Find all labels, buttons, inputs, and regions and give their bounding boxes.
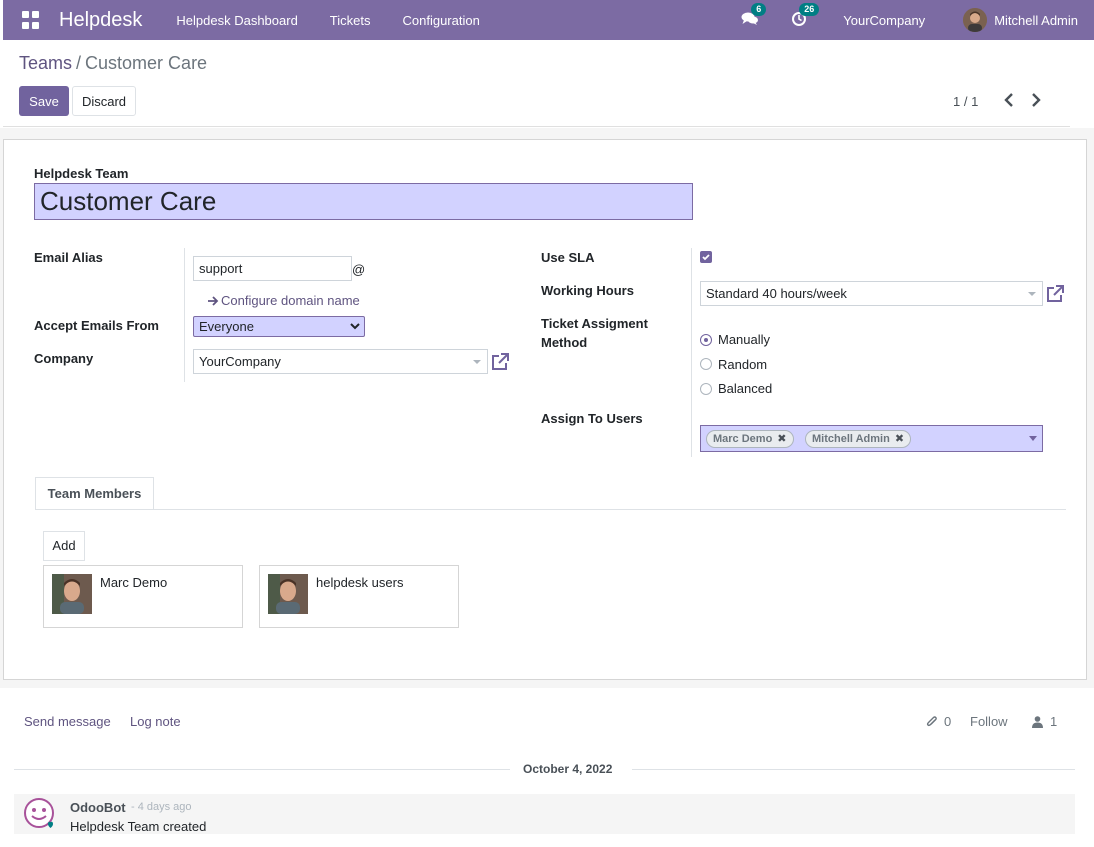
dropdown-caret-icon <box>473 360 481 364</box>
dropdown-caret-icon <box>1028 292 1036 296</box>
member-avatar <box>52 574 92 614</box>
radio-manually[interactable] <box>700 334 712 346</box>
company-switcher[interactable]: YourCompany <box>843 13 925 28</box>
odoobot-avatar[interactable] <box>23 798 57 832</box>
user-tag: Marc Demo ✖ <box>706 430 794 448</box>
working-hours-value: Standard 40 hours/week <box>706 286 847 301</box>
date-separator-line <box>14 769 510 770</box>
arrow-right-icon <box>208 295 219 306</box>
attachments-button[interactable]: 0 <box>926 714 951 729</box>
assignment-method-label-line2: Method <box>541 335 588 350</box>
apps-menu-icon[interactable] <box>22 11 40 29</box>
follow-button[interactable]: Follow <box>970 714 1008 729</box>
team-name-label: Helpdesk Team <box>34 166 129 181</box>
left-group-separator <box>184 248 185 382</box>
company-value: YourCompany <box>199 354 281 369</box>
assign-users-field[interactable]: Marc Demo ✖ Mitchell Admin ✖ <box>700 425 1043 452</box>
member-name: Marc Demo <box>100 575 168 590</box>
radio-random[interactable] <box>700 358 712 370</box>
remove-tag-icon[interactable]: ✖ <box>777 431 786 447</box>
radio-manually-label[interactable]: Manually <box>718 332 770 347</box>
company-label: Company <box>34 351 94 366</box>
activities-count-badge: 26 <box>799 3 820 16</box>
user-icon <box>1032 715 1043 728</box>
use-sla-checkbox[interactable] <box>700 251 712 263</box>
user-tag: Mitchell Admin ✖ <box>805 430 912 448</box>
assignment-method-label-line1: Ticket Assigment <box>541 316 648 331</box>
company-input[interactable]: YourCompany <box>193 349 488 374</box>
date-separator-line <box>632 769 1075 770</box>
breadcrumb-separator: / <box>76 53 82 73</box>
top-navbar: Helpdesk Helpdesk Dashboard Tickets Conf… <box>3 0 1094 40</box>
member-card[interactable]: Marc Demo <box>43 565 243 628</box>
radio-random-label[interactable]: Random <box>718 357 767 372</box>
member-name: helpdesk users <box>316 575 404 590</box>
accept-emails-select[interactable]: Everyone <box>193 316 365 337</box>
member-avatar <box>268 574 308 614</box>
pager-value[interactable]: 1 / 1 <box>953 94 978 109</box>
working-hours-label: Working Hours <box>541 283 634 298</box>
messaging-button[interactable]: 6 <box>741 3 767 29</box>
checkmark-icon <box>702 254 710 261</box>
breadcrumb: Teams / Customer Care <box>19 53 207 74</box>
log-note-button[interactable]: Log note <box>130 714 181 729</box>
chevron-right-icon <box>1032 93 1041 107</box>
add-member-button[interactable]: Add <box>43 531 85 561</box>
menu-configuration[interactable]: Configuration <box>403 13 480 28</box>
working-hours-external-link-button[interactable] <box>1045 284 1065 304</box>
right-group-separator <box>691 248 692 457</box>
accept-emails-label: Accept Emails From <box>34 318 159 333</box>
user-avatar[interactable] <box>963 8 988 32</box>
date-separator: October 4, 2022 <box>523 762 613 776</box>
message-date: - 4 days ago <box>131 801 192 813</box>
tab-divider <box>35 509 1066 510</box>
remove-tag-icon[interactable]: ✖ <box>895 431 904 447</box>
member-card[interactable]: helpdesk users <box>259 565 459 628</box>
activities-button[interactable]: 26 <box>791 3 820 29</box>
configure-domain-link[interactable]: Configure domain name <box>207 293 360 308</box>
working-hours-input[interactable]: Standard 40 hours/week <box>700 281 1043 306</box>
save-button[interactable]: Save <box>19 86 69 116</box>
chevron-left-icon <box>1004 93 1013 107</box>
followers-button[interactable]: 1 <box>1032 714 1057 729</box>
pager-next-button[interactable] <box>1029 91 1043 109</box>
user-tag-label: Mitchell Admin <box>812 433 890 445</box>
paperclip-icon <box>926 716 937 727</box>
email-alias-label: Email Alias <box>34 250 103 265</box>
email-alias-input[interactable]: support <box>193 256 352 281</box>
accept-emails-value: Everyone <box>199 319 254 334</box>
company-external-link-button[interactable] <box>490 352 510 372</box>
use-sla-label: Use SLA <box>541 250 595 265</box>
discard-button[interactable]: Discard <box>72 86 136 116</box>
menu-tickets[interactable]: Tickets <box>330 13 371 28</box>
messages-count-badge: 6 <box>751 3 767 16</box>
chevron-down-icon <box>350 323 360 330</box>
followers-count: 1 <box>1050 714 1058 729</box>
tab-team-members[interactable]: Team Members <box>35 477 154 510</box>
assign-users-label: Assign To Users <box>541 411 643 426</box>
message-author[interactable]: OdooBot <box>70 800 126 815</box>
radio-balanced[interactable] <box>700 383 712 395</box>
at-sign: @ <box>352 262 366 277</box>
app-name[interactable]: Helpdesk <box>59 9 142 32</box>
attachments-count: 0 <box>944 714 952 729</box>
control-panel-divider <box>3 126 1070 127</box>
chevron-down-icon <box>1029 436 1037 441</box>
user-tag-label: Marc Demo <box>713 433 773 445</box>
configure-domain-label: Configure domain name <box>221 293 360 308</box>
user-menu[interactable]: Mitchell Admin <box>994 13 1078 28</box>
external-link-icon <box>492 353 509 370</box>
send-message-button[interactable]: Send message <box>24 714 111 729</box>
menu-helpdesk-dashboard[interactable]: Helpdesk Dashboard <box>176 13 297 28</box>
pager-previous-button[interactable] <box>1002 91 1016 109</box>
breadcrumb-current: Customer Care <box>85 53 208 73</box>
breadcrumb-teams-link[interactable]: Teams <box>19 53 72 73</box>
team-name-input[interactable]: Customer Care <box>34 183 693 220</box>
radio-balanced-label[interactable]: Balanced <box>718 381 772 396</box>
message-body: Helpdesk Team created <box>70 819 207 834</box>
external-link-icon <box>1047 285 1064 302</box>
